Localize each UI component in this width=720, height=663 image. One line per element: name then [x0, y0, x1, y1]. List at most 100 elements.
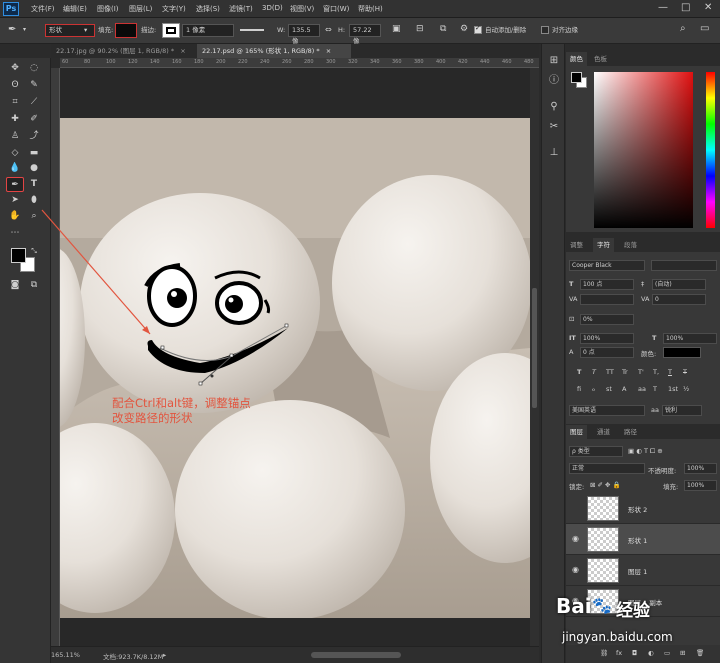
menu-image[interactable]: 图像(I)	[97, 4, 119, 14]
lock-options-icon[interactable]: ⊠ ✐ ✥ 🔒	[590, 481, 621, 489]
small-caps-button[interactable]: Tr	[622, 368, 628, 376]
layer-row[interactable]: 形状 2	[566, 493, 720, 524]
search-icon[interactable]: ⌕	[680, 23, 686, 34]
clone-stamp-tool-icon[interactable]: ♙	[6, 129, 24, 144]
swash-button[interactable]: A	[622, 385, 626, 393]
chevron-right-icon[interactable]: ▸	[163, 651, 166, 659]
document-canvas[interactable]: 配合Ctrl和alt键，调整锚点 改变路径的形状	[60, 118, 530, 618]
subscript-button[interactable]: T,	[653, 368, 659, 376]
font-size-field[interactable]: 100 点	[580, 279, 634, 290]
tool-mode-select[interactable]: 形状 ▾	[45, 24, 95, 37]
mask-icon[interactable]: ◘	[632, 649, 637, 657]
path-selection-tool-icon[interactable]: ➤	[6, 193, 24, 208]
underline-button[interactable]: T	[668, 368, 672, 376]
lasso-tool-icon[interactable]: ʘ	[6, 78, 24, 93]
auto-add-delete-checkbox[interactable]: ✓	[474, 24, 482, 34]
width-field[interactable]: 135.5 像	[288, 24, 320, 45]
eye-icon[interactable]: ◉	[572, 565, 579, 574]
vertical-scrollbar[interactable]	[530, 68, 539, 646]
layer-row[interactable]: ◉ 形状 1	[566, 524, 720, 555]
fill-swatch[interactable]	[115, 23, 137, 38]
stroke-size-field[interactable]: 1 像素	[182, 24, 234, 37]
ligature-button[interactable]: fi	[577, 385, 581, 393]
layer-name[interactable]: 形状 2	[628, 504, 647, 514]
font-style-select[interactable]	[651, 260, 717, 271]
info-icon[interactable]: ⓘ	[547, 74, 561, 88]
path-alignment-icon[interactable]: ⊟	[416, 24, 424, 34]
kerning-field[interactable]	[580, 294, 634, 305]
fractions-button[interactable]: ½	[683, 385, 689, 393]
link-icon[interactable]: ⛓	[600, 649, 608, 657]
opacity-field[interactable]: 100%	[684, 463, 717, 474]
stroke-swatch[interactable]	[162, 23, 180, 38]
tab-color[interactable]: 颜色	[566, 52, 587, 66]
filter-pixel-icon[interactable]: ▣ ◐ T ⧠ ⊕	[628, 447, 663, 456]
horizontal-scroll-thumb[interactable]	[311, 652, 401, 658]
maximize-button[interactable]: □	[681, 2, 690, 13]
tab-swatches[interactable]: 色板	[590, 52, 611, 66]
faux-bold-button[interactable]: T	[577, 368, 581, 376]
more-tools-icon[interactable]: ⋯	[6, 226, 24, 241]
scroll-thumb[interactable]	[532, 288, 537, 408]
trash-icon[interactable]: 🗑	[696, 649, 704, 657]
titling-button[interactable]: T	[653, 385, 657, 393]
tsume-field[interactable]: 0%	[580, 314, 634, 325]
color-picker-field[interactable]	[594, 72, 693, 228]
stroke-type-select[interactable]	[240, 29, 264, 31]
quick-select-tool-icon[interactable]: ✎	[25, 78, 43, 93]
swap-colors-icon[interactable]: ⤡	[25, 244, 43, 259]
workspace-icon[interactable]: ▭	[700, 23, 709, 34]
antialias-select[interactable]: 锐利	[662, 405, 702, 416]
layer-row[interactable]: ◉ 图层 1	[566, 555, 720, 586]
adjustment-icon[interactable]: ◐	[648, 649, 654, 657]
tab-paragraph[interactable]: 段落	[620, 238, 641, 252]
foreground-color-swatch[interactable]	[571, 72, 582, 83]
leading-field[interactable]: (自动)	[652, 279, 706, 290]
tab-character[interactable]: 字符	[593, 238, 614, 252]
dodge-tool-icon[interactable]: ●	[25, 161, 43, 176]
height-field[interactable]: 57.22 像	[349, 24, 381, 45]
menu-window[interactable]: 窗口(W)	[323, 4, 349, 14]
gradient-tool-icon[interactable]: ▬	[25, 146, 43, 161]
menu-select[interactable]: 选择(S)	[196, 4, 220, 14]
discretionary-button[interactable]: ℴ	[592, 385, 595, 393]
menu-file[interactable]: 文件(F)	[31, 4, 55, 14]
menu-3d[interactable]: 3D(D)	[262, 4, 283, 12]
horizontal-scale-field[interactable]: 100%	[663, 333, 717, 344]
vertical-scale-field[interactable]: 100%	[580, 333, 634, 344]
blend-mode-select[interactable]: 正常	[569, 463, 645, 474]
fill-field[interactable]: 100%	[684, 480, 717, 491]
screen-mode-icon[interactable]: ⧉	[25, 278, 43, 293]
quick-mask-icon[interactable]: ◙	[6, 278, 24, 293]
ordinals-button[interactable]: 1st	[668, 385, 678, 393]
menu-view[interactable]: 视图(V)	[290, 4, 314, 14]
pen-tool-icon[interactable]: ✒	[6, 177, 24, 192]
eye-icon[interactable]: ◉	[572, 534, 579, 543]
faux-italic-button[interactable]: T	[592, 368, 596, 376]
tab-close-icon[interactable]: ×	[326, 47, 331, 55]
history-brush-tool-icon[interactable]: ⤴	[25, 129, 43, 144]
path-arrangement-icon[interactable]: ⧉	[440, 24, 446, 34]
folder-icon[interactable]: ▭	[664, 649, 670, 657]
tab-22-17-psd[interactable]: 22.17.psd @ 165% (形状 1, RGB/8) * ×	[197, 44, 351, 58]
menu-type[interactable]: 文字(Y)	[162, 4, 186, 14]
layer-name[interactable]: 形状 1	[628, 535, 647, 545]
menu-help[interactable]: 帮助(H)	[358, 4, 383, 14]
strikethrough-button[interactable]: T	[683, 368, 687, 376]
brush-presets-icon[interactable]: ⚲	[547, 100, 561, 114]
font-family-select[interactable]: Cooper Black	[569, 260, 645, 271]
stylistic-button[interactable]: st	[606, 385, 612, 393]
tracking-field[interactable]: 0	[652, 294, 706, 305]
marquee-tool-icon[interactable]: ◌	[25, 61, 43, 76]
superscript-button[interactable]: T'	[638, 368, 644, 376]
history-icon[interactable]: ⊞	[547, 54, 561, 68]
gear-icon[interactable]: ⚙	[460, 24, 468, 34]
hue-slider[interactable]	[706, 72, 715, 228]
path-operations-icon[interactable]: ▣	[392, 24, 401, 34]
tab-channels[interactable]: 通道	[593, 425, 614, 439]
clone-source-icon[interactable]: ⊥	[547, 146, 561, 160]
fx-icon[interactable]: fx	[616, 649, 622, 657]
zoom-level[interactable]: 165.11%	[51, 651, 80, 659]
menu-edit[interactable]: 编辑(E)	[63, 4, 87, 14]
pen-tool-icon[interactable]: ✒	[8, 24, 16, 35]
